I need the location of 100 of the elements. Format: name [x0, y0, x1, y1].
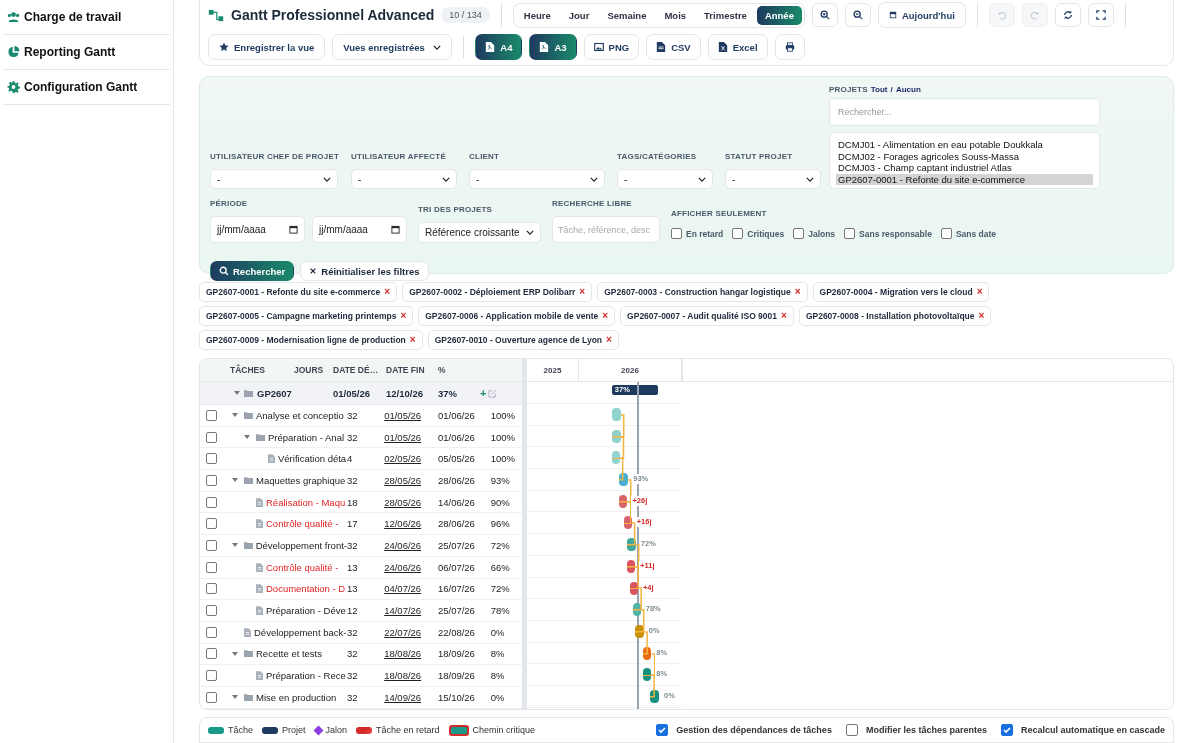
start-date-link[interactable]: 01/05/26 [384, 431, 438, 443]
checkbox[interactable] [732, 228, 744, 239]
start-date-link[interactable]: 14/09/26 [384, 691, 438, 703]
checkbox[interactable] [206, 453, 217, 465]
refresh-button[interactable] [1054, 3, 1081, 27]
scale-tab[interactable]: Semaine [599, 5, 655, 25]
remove-chip-button[interactable]: × [579, 287, 586, 297]
reset-filters-button[interactable]: Réinitialiser les filtres [300, 261, 429, 281]
saved-views-dropdown[interactable]: Vues enregistrées [332, 34, 453, 60]
remove-chip-button[interactable]: × [409, 335, 416, 345]
export-button[interactable]: PNG [583, 34, 640, 60]
export-button[interactable]: A4 [475, 34, 523, 60]
start-date-link[interactable]: 12/06/26 [384, 518, 438, 530]
task-bar[interactable] [627, 559, 636, 573]
task-bar[interactable] [632, 603, 641, 617]
checkbox[interactable] [206, 496, 217, 508]
caret-icon[interactable] [244, 434, 250, 441]
remove-chip-button[interactable]: × [602, 311, 609, 321]
checkbox[interactable] [206, 670, 217, 682]
project-option[interactable]: GP2607-0001 - Refonte du site e-commerce [836, 173, 1093, 185]
fullscreen-button[interactable] [1087, 3, 1114, 27]
checkbox[interactable] [206, 691, 217, 703]
select-field[interactable]: - [351, 169, 458, 189]
export-button[interactable]: Excel [707, 34, 768, 60]
start-date-link[interactable]: 22/07/26 [384, 626, 438, 638]
sidebar-link[interactable]: Charge de travail [3, 0, 170, 35]
checkbox[interactable] [940, 228, 952, 239]
export-button[interactable]: A3 [529, 34, 577, 60]
search-field[interactable]: Tâche, référence, desc [552, 216, 660, 243]
checkbox[interactable] [206, 583, 217, 595]
checkbox[interactable] [206, 409, 217, 421]
remove-chip-button[interactable]: × [794, 287, 801, 297]
start-date-link[interactable]: 18/08/26 [384, 648, 438, 660]
scale-tab[interactable]: Heure [515, 5, 559, 25]
start-date-link[interactable]: 04/07/26 [384, 583, 438, 595]
project-search-field[interactable]: Rechercher... [829, 98, 1100, 126]
scale-tab[interactable]: Trimestre [696, 5, 755, 25]
checkbox[interactable] [671, 228, 682, 239]
checkbox[interactable] [1000, 724, 1013, 737]
remove-chip-button[interactable]: × [978, 311, 985, 321]
start-date-link[interactable]: 28/05/26 [384, 496, 438, 508]
project-option[interactable]: DCMJ02 - Forages agricoles Souss-Massa [836, 150, 1093, 162]
save-view-button[interactable]: Enregistrer la vue [208, 34, 326, 60]
checkbox[interactable] [206, 648, 217, 660]
start-date-link[interactable]: 01/05/26 [384, 409, 438, 421]
checkbox[interactable] [206, 626, 217, 638]
remove-chip-button[interactable]: × [400, 311, 407, 321]
zoom-in-button[interactable] [811, 3, 838, 27]
date-field[interactable]: jj/mm/aaaa [210, 216, 305, 243]
caret-icon[interactable] [232, 542, 238, 549]
sidebar-link[interactable]: Reporting Gantt [3, 35, 170, 70]
task-bar[interactable] [642, 668, 652, 682]
date-field[interactable]: jj/mm/aaaa [312, 216, 407, 243]
checkbox[interactable] [206, 474, 217, 486]
checkbox[interactable] [206, 605, 217, 617]
zoom-out-button[interactable] [844, 3, 871, 27]
task-bar[interactable] [619, 473, 629, 487]
select-field[interactable]: - [617, 169, 714, 189]
checkbox[interactable] [206, 561, 217, 573]
caret-icon[interactable] [234, 390, 240, 396]
select-none-link[interactable]: Aucun [895, 85, 921, 94]
select-field[interactable]: - [469, 169, 606, 189]
checkbox[interactable] [206, 518, 217, 530]
sidebar-link[interactable]: Configuration Gantt [3, 70, 170, 105]
select-field[interactable]: - [210, 169, 338, 189]
caret-icon[interactable] [232, 477, 238, 484]
scale-tab[interactable]: Année [756, 5, 802, 25]
scale-tab[interactable]: Mois [656, 5, 695, 25]
checkbox[interactable] [656, 724, 669, 737]
caret-icon[interactable] [232, 650, 238, 657]
start-date-link[interactable]: 02/05/26 [384, 453, 438, 465]
search-button[interactable]: Rechercher [210, 261, 295, 281]
task-bar[interactable] [650, 689, 659, 703]
add-task-button[interactable]: + [478, 387, 489, 399]
checkbox[interactable] [206, 431, 217, 443]
project-option[interactable]: DCMJ03 - Champ captant industriel Atlas [836, 162, 1093, 174]
select-all-link[interactable]: Tout [870, 85, 888, 94]
task-bar[interactable] [619, 494, 628, 508]
start-date-link[interactable]: 24/06/26 [384, 539, 438, 551]
print-button[interactable] [774, 34, 805, 60]
checkbox[interactable] [793, 228, 805, 239]
project-option[interactable]: DCMJ01 - Alimentation en eau potable Doukkala [836, 139, 1093, 151]
start-date-link[interactable]: 18/08/26 [384, 670, 438, 682]
remove-chip-button[interactable]: × [976, 287, 983, 297]
select-field[interactable]: - [725, 169, 822, 189]
caret-icon[interactable] [232, 694, 238, 701]
checkbox[interactable] [845, 724, 858, 737]
task-bar[interactable] [629, 581, 638, 595]
task-bar[interactable] [623, 516, 632, 530]
start-date-link[interactable]: 14/07/26 [384, 605, 438, 617]
start-date-link[interactable]: 24/06/26 [384, 561, 438, 573]
sort-select[interactable]: Référence croissante [418, 222, 541, 243]
remove-chip-button[interactable]: × [384, 287, 391, 297]
today-button[interactable]: Aujourd'hui [877, 2, 966, 28]
remove-chip-button[interactable]: × [781, 311, 787, 321]
task-bar[interactable] [635, 624, 644, 638]
task-bar[interactable] [627, 538, 636, 552]
start-date-link[interactable]: 28/05/26 [384, 474, 438, 486]
checkbox[interactable] [206, 539, 217, 551]
scale-tab[interactable]: Jour [560, 5, 598, 25]
